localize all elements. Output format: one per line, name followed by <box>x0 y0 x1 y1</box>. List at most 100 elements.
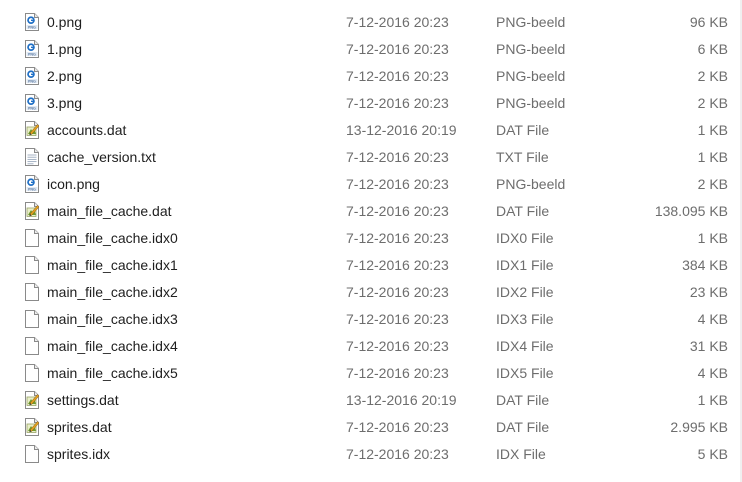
file-name[interactable]: accounts.dat <box>47 117 126 144</box>
file-size: 96 KB <box>689 14 728 30</box>
file-row[interactable]: accounts.dat 13-12-2016 20:19 DAT File 1… <box>0 117 742 144</box>
file-type: PNG-beeld <box>496 41 566 57</box>
file-date-modified: 7-12-2016 20:23 <box>346 365 449 381</box>
file-type: IDX1 File <box>496 257 554 273</box>
file-row[interactable]: main_file_cache.idx2 7-12-2016 20:23 IDX… <box>0 279 742 306</box>
file-name[interactable]: settings.dat <box>47 387 119 414</box>
file-size: 2 KB <box>697 68 728 84</box>
file-type: DAT File <box>496 203 550 219</box>
file-row[interactable]: settings.dat 13-12-2016 20:19 DAT File 1… <box>0 387 742 414</box>
png-image-icon: PNG <box>24 171 40 198</box>
file-name[interactable]: 3.png <box>47 90 82 117</box>
file-row[interactable]: PNG 2.png 7-12-2016 20:23 PNG-beeld 2 KB <box>0 63 742 90</box>
file-size: 1 KB <box>697 149 728 165</box>
file-type: IDX5 File <box>496 365 554 381</box>
file-date-modified: 7-12-2016 20:23 <box>346 257 449 273</box>
file-size: 1 KB <box>697 122 728 138</box>
file-size: 6 KB <box>697 41 728 57</box>
file-type: IDX2 File <box>496 284 554 300</box>
file-date-modified: 7-12-2016 20:23 <box>346 176 449 192</box>
file-name[interactable]: main_file_cache.idx4 <box>47 333 178 360</box>
file-date-modified: 7-12-2016 20:23 <box>346 149 449 165</box>
svg-text:PNG: PNG <box>28 79 36 83</box>
png-image-icon: PNG <box>24 90 40 117</box>
file-name[interactable]: main_file_cache.idx5 <box>47 360 178 387</box>
file-row[interactable]: main_file_cache.idx5 7-12-2016 20:23 IDX… <box>0 360 742 387</box>
file-row[interactable]: main_file_cache.idx1 7-12-2016 20:23 IDX… <box>0 252 742 279</box>
file-date-modified: 7-12-2016 20:23 <box>346 446 449 462</box>
dat-file-icon <box>24 198 40 225</box>
file-type: PNG-beeld <box>496 68 566 84</box>
file-name[interactable]: main_file_cache.idx2 <box>47 279 178 306</box>
file-name[interactable]: 2.png <box>47 63 82 90</box>
blank-file-icon <box>24 333 40 360</box>
svg-text:PNG: PNG <box>28 106 36 110</box>
file-name[interactable]: sprites.idx <box>47 441 110 468</box>
blank-file-icon <box>24 306 40 333</box>
file-row[interactable]: sprites.dat 7-12-2016 20:23 DAT File 2.9… <box>0 414 742 441</box>
file-type: DAT File <box>496 419 550 435</box>
file-type: DAT File <box>496 392 550 408</box>
file-date-modified: 13-12-2016 20:19 <box>346 392 457 408</box>
file-name[interactable]: 1.png <box>47 36 82 63</box>
file-type: DAT File <box>496 122 550 138</box>
file-date-modified: 7-12-2016 20:23 <box>346 95 449 111</box>
file-name[interactable]: sprites.dat <box>47 414 112 441</box>
file-type: IDX File <box>496 446 546 462</box>
file-size: 1 KB <box>697 230 728 246</box>
file-row[interactable]: sprites.idx 7-12-2016 20:23 IDX File 5 K… <box>0 441 742 468</box>
file-size: 5 KB <box>697 446 728 462</box>
svg-text:PNG: PNG <box>28 52 36 56</box>
file-name[interactable]: main_file_cache.idx3 <box>47 306 178 333</box>
file-type: IDX3 File <box>496 311 554 327</box>
svg-text:PNG: PNG <box>28 25 36 29</box>
file-row[interactable]: main_file_cache.idx0 7-12-2016 20:23 IDX… <box>0 225 742 252</box>
file-size: 2.995 KB <box>670 419 728 435</box>
text-file-icon <box>24 144 40 171</box>
file-row[interactable]: cache_version.txt 7-12-2016 20:23 TXT Fi… <box>0 144 742 171</box>
file-size: 31 KB <box>689 338 728 354</box>
file-size: 384 KB <box>682 257 728 273</box>
file-row[interactable]: PNG 0.png 7-12-2016 20:23 PNG-beeld 96 K… <box>0 9 742 36</box>
file-date-modified: 7-12-2016 20:23 <box>346 284 449 300</box>
png-image-icon: PNG <box>24 9 40 36</box>
file-date-modified: 7-12-2016 20:23 <box>346 68 449 84</box>
dat-file-icon <box>24 117 40 144</box>
blank-file-icon <box>24 360 40 387</box>
file-type: PNG-beeld <box>496 176 566 192</box>
file-name[interactable]: icon.png <box>47 171 100 198</box>
file-date-modified: 7-12-2016 20:23 <box>346 14 449 30</box>
file-size: 4 KB <box>697 311 728 327</box>
file-name[interactable]: main_file_cache.idx1 <box>47 252 178 279</box>
file-date-modified: 7-12-2016 20:23 <box>346 419 449 435</box>
file-size: 2 KB <box>697 176 728 192</box>
file-size: 1 KB <box>697 392 728 408</box>
file-name[interactable]: cache_version.txt <box>47 144 156 171</box>
file-row[interactable]: PNG icon.png 7-12-2016 20:23 PNG-beeld 2… <box>0 171 742 198</box>
blank-file-icon <box>24 441 40 468</box>
file-name[interactable]: main_file_cache.idx0 <box>47 225 178 252</box>
svg-text:PNG: PNG <box>28 187 36 191</box>
file-type: IDX4 File <box>496 338 554 354</box>
file-row[interactable]: main_file_cache.idx4 7-12-2016 20:23 IDX… <box>0 333 742 360</box>
file-type: PNG-beeld <box>496 95 566 111</box>
file-name[interactable]: main_file_cache.dat <box>47 198 172 225</box>
blank-file-icon <box>24 225 40 252</box>
file-date-modified: 7-12-2016 20:23 <box>346 230 449 246</box>
file-date-modified: 13-12-2016 20:19 <box>346 122 457 138</box>
png-image-icon: PNG <box>24 63 40 90</box>
file-size: 2 KB <box>697 95 728 111</box>
dat-file-icon <box>24 414 40 441</box>
file-row[interactable]: PNG 3.png 7-12-2016 20:23 PNG-beeld 2 KB <box>0 90 742 117</box>
file-date-modified: 7-12-2016 20:23 <box>346 311 449 327</box>
file-size: 138.095 KB <box>654 203 728 219</box>
blank-file-icon <box>24 252 40 279</box>
png-image-icon: PNG <box>24 36 40 63</box>
file-name[interactable]: 0.png <box>47 9 82 36</box>
file-row[interactable]: PNG 1.png 7-12-2016 20:23 PNG-beeld 6 KB <box>0 36 742 63</box>
dat-file-icon <box>24 387 40 414</box>
file-date-modified: 7-12-2016 20:23 <box>346 203 449 219</box>
file-type: TXT File <box>496 149 549 165</box>
file-row[interactable]: main_file_cache.idx3 7-12-2016 20:23 IDX… <box>0 306 742 333</box>
file-row[interactable]: main_file_cache.dat 7-12-2016 20:23 DAT … <box>0 198 742 225</box>
